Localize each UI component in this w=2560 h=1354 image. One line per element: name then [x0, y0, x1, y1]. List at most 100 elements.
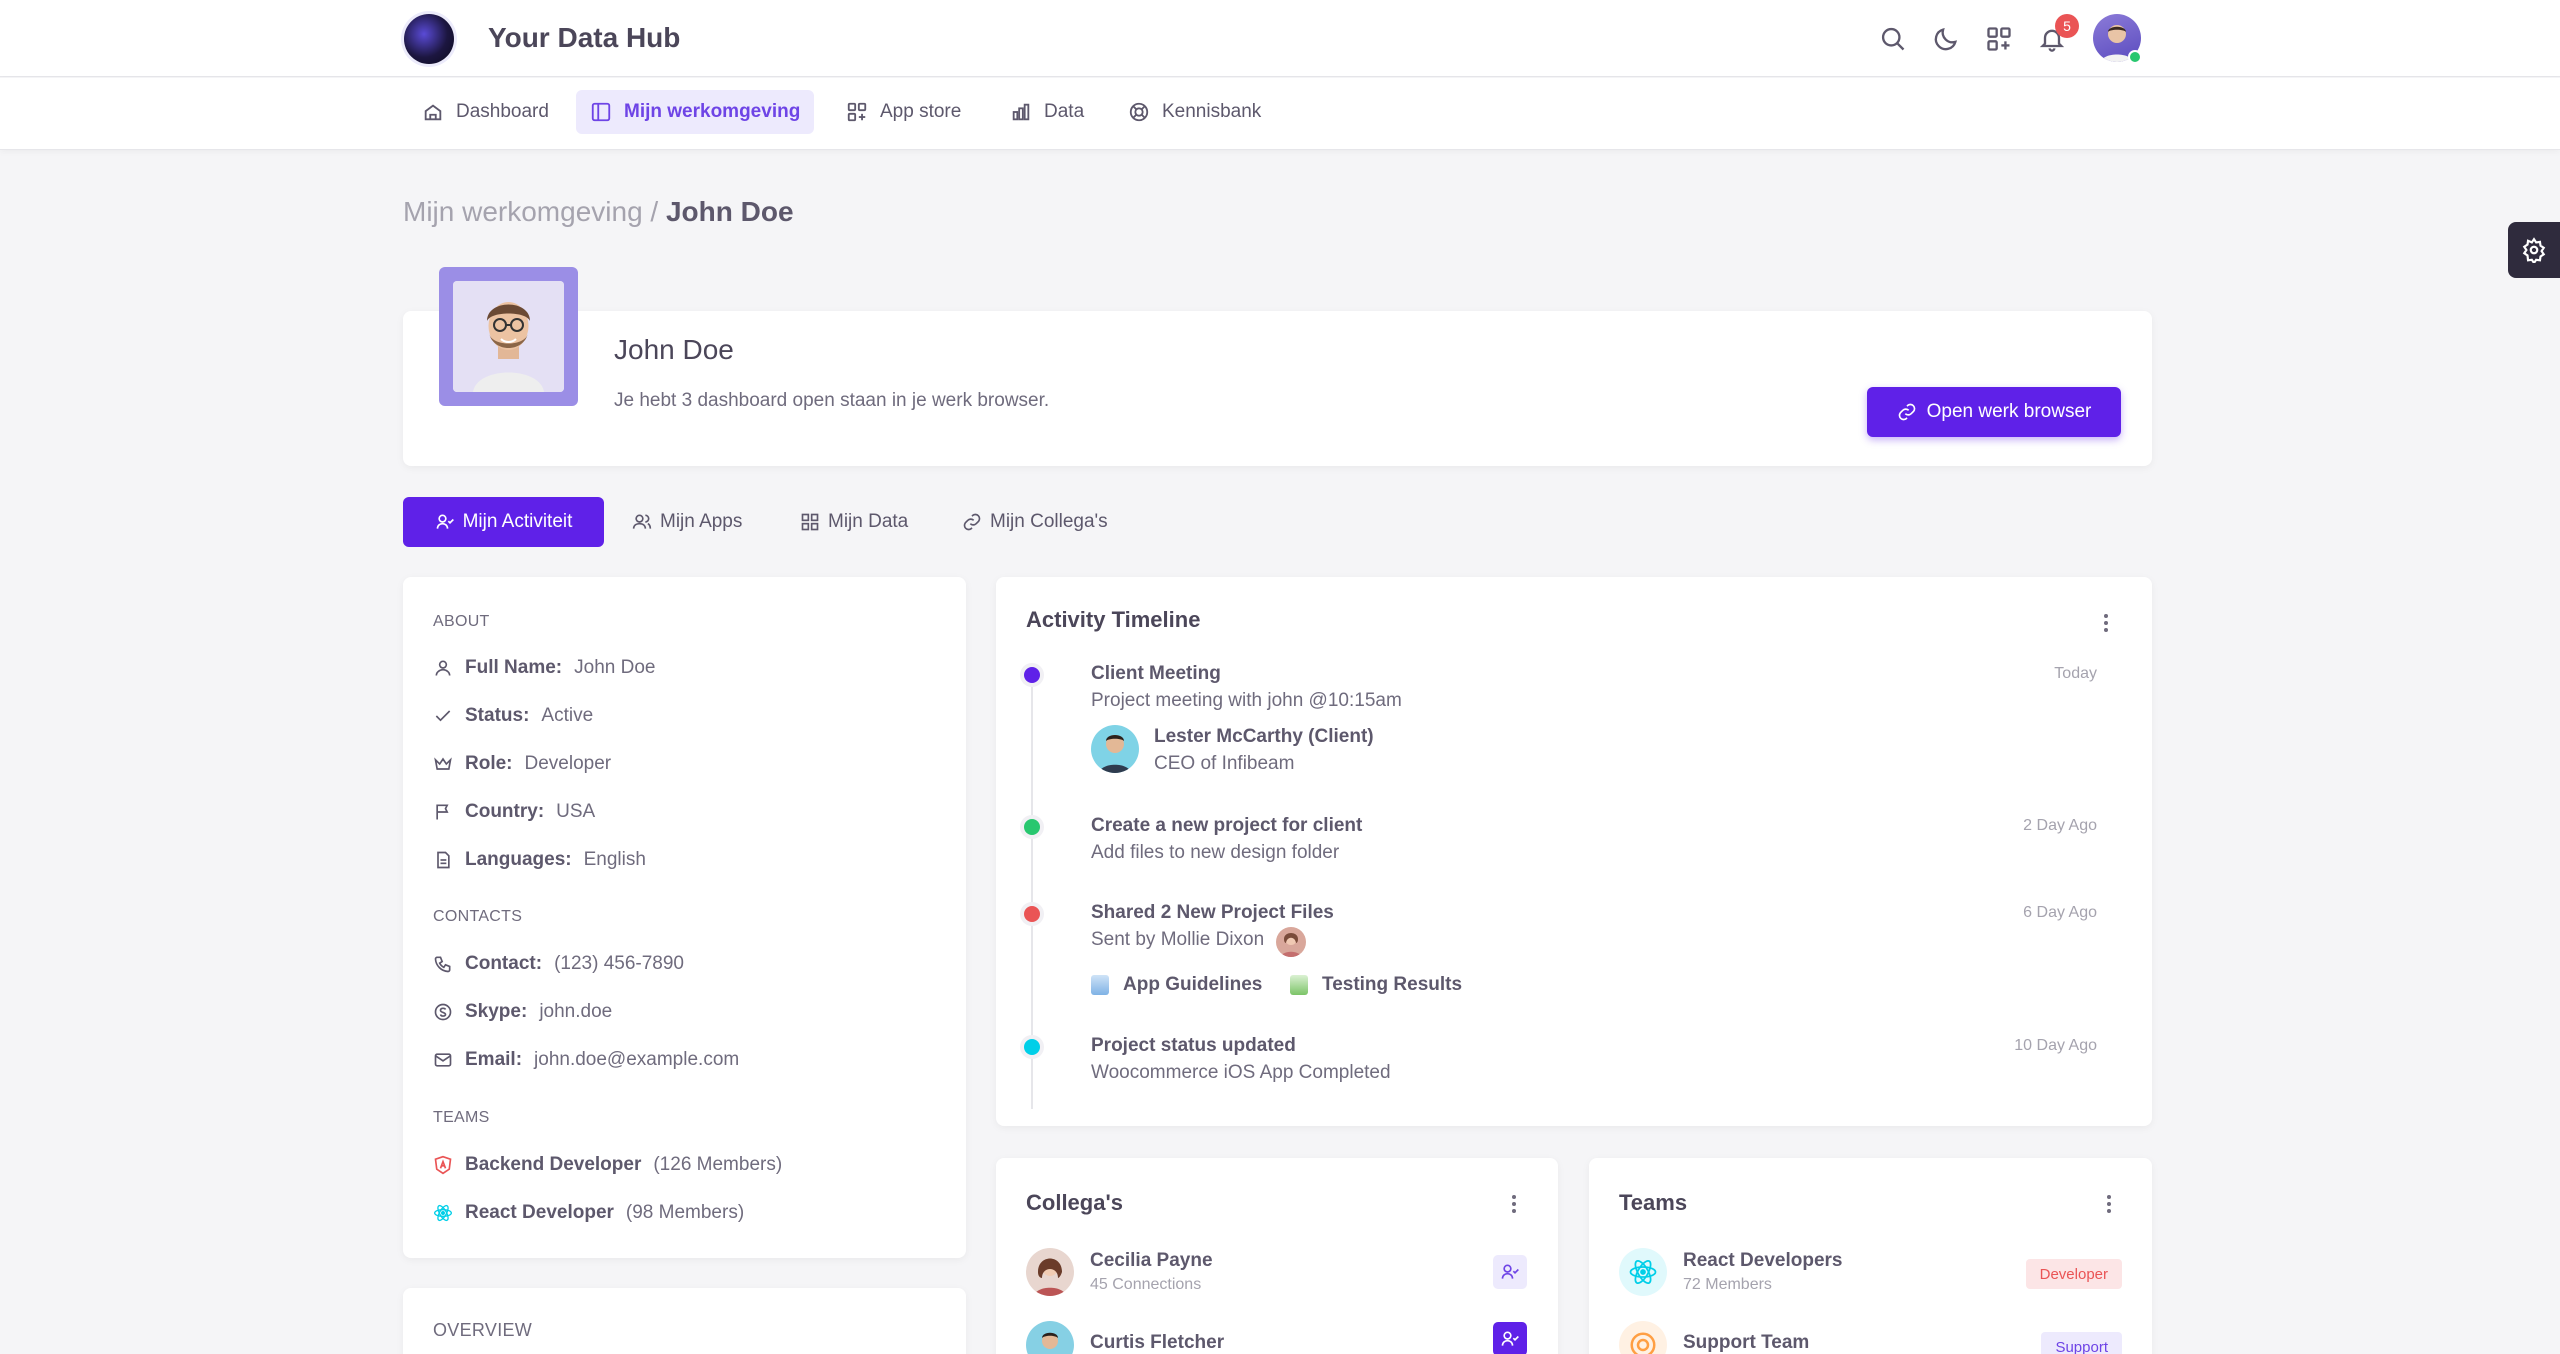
search-icon[interactable]	[1876, 22, 1910, 56]
about-value: Developer	[524, 753, 612, 774]
client-name: Lester McCarthy (Client)	[1154, 726, 1374, 747]
contacts-section-label: CONTACTS	[433, 908, 523, 925]
user-check-icon	[1501, 1264, 1519, 1279]
lifebuoy-icon	[1129, 102, 1149, 122]
tab-mijn-data[interactable]: Mijn Data	[786, 497, 922, 547]
home-icon	[424, 104, 442, 121]
about-key: Role:	[465, 753, 513, 774]
tab-mijn-collegas[interactable]: Mijn Collega's	[948, 497, 1122, 547]
about-row-full-name: Full Name: John Doe	[433, 654, 655, 682]
bar-chart-icon	[1012, 103, 1030, 121]
top-bar: Your Data Hub 5	[0, 0, 2560, 77]
more-options-icon[interactable]	[2096, 609, 2116, 637]
nav-item-dashboard[interactable]: Dashboard	[408, 90, 563, 134]
connect-button[interactable]	[1493, 1255, 1527, 1289]
about-key: Country:	[465, 801, 545, 822]
collegas-card: Collega's Cecilia Payne 45 Connections C…	[996, 1158, 1558, 1354]
react-icon	[434, 1204, 452, 1222]
apps-add-icon	[847, 102, 867, 122]
apps-grid-icon[interactable]	[1982, 22, 2016, 56]
breadcrumb-parent[interactable]: Mijn werkomgeving /	[403, 196, 658, 227]
file-name: App Guidelines	[1123, 974, 1263, 995]
team-name: Backend Developer	[465, 1154, 642, 1175]
more-options-icon[interactable]	[2099, 1190, 2119, 1218]
team-name: React Developers	[1683, 1250, 1843, 1271]
about-value: USA	[556, 801, 596, 822]
breadcrumb-current: John Doe	[665, 196, 794, 227]
collega-name: Cecilia Payne	[1090, 1250, 1213, 1271]
nav-item-label: Kennisbank	[1162, 101, 1262, 122]
more-options-icon[interactable]	[1504, 1190, 1524, 1218]
nav-item-mijn-werkomgeving[interactable]: Mijn werkomgeving	[576, 90, 815, 134]
contact-row-skype: Skype: john.doe	[433, 998, 612, 1026]
online-status-dot	[2128, 50, 2142, 64]
link-icon	[963, 513, 981, 531]
teams-title: Teams	[1619, 1190, 1688, 1215]
about-key: Full Name:	[465, 657, 563, 678]
nav-item-label: Data	[1044, 101, 1085, 122]
timeline-item-time: 2 Day Ago	[2023, 817, 2097, 834]
file-app-guidelines[interactable]: App Guidelines	[1091, 974, 1262, 996]
logo[interactable]	[404, 14, 454, 64]
tab-label: Mijn Activiteit	[462, 511, 573, 532]
about-row-country: Country: USA	[433, 798, 595, 826]
nav-item-app-store[interactable]: App store	[832, 90, 975, 134]
file-testing-results[interactable]: Testing Results	[1290, 974, 1462, 996]
profile-subtitle: Je hebt 3 dashboard open staan in je wer…	[614, 390, 1050, 411]
team-members: (98 Members)	[625, 1202, 745, 1223]
flag-icon	[436, 804, 449, 820]
about-value: John Doe	[574, 657, 656, 678]
connected-button[interactable]	[1493, 1322, 1527, 1354]
notification-badge: 5	[2055, 14, 2079, 38]
collega-row[interactable]: Cecilia Payne 45 Connections	[1026, 1248, 1213, 1296]
collega-row[interactable]: Curtis Fletcher	[1026, 1321, 1224, 1354]
contact-value[interactable]: john.doe@example.com	[534, 1049, 739, 1071]
about-card: ABOUT Full Name: John Doe Status: Active R…	[403, 577, 966, 1258]
users-icon	[632, 514, 652, 529]
contact-value[interactable]: (123) 456-7890	[554, 953, 684, 975]
open-work-browser-label: Open werk browser	[1926, 401, 2092, 422]
team-name: Support Team	[1683, 1332, 1810, 1353]
about-row-status: Status: Active	[433, 702, 593, 730]
team-row-backend: Backend Developer (126 Members)	[433, 1151, 782, 1179]
nav-item-data[interactable]: Data	[996, 90, 1098, 134]
activity-timeline-card: Activity Timeline Client Meeting Today P…	[996, 577, 2152, 1126]
react-icon	[1619, 1248, 1667, 1296]
timeline-dot	[1024, 1039, 1040, 1055]
timeline-item-text: Sent by Mollie Dixon	[1091, 929, 1265, 950]
tab-label: Mijn Data	[828, 511, 909, 532]
team-name: React Developer	[465, 1202, 614, 1223]
timeline-dot	[1024, 906, 1040, 922]
overview-card: OVERVIEW	[403, 1288, 966, 1354]
contact-value[interactable]: john.doe	[539, 1001, 612, 1023]
timeline-item-time: 10 Day Ago	[2014, 1037, 2097, 1054]
timeline-item-text: Add files to new design folder	[1091, 842, 1340, 863]
link-icon	[1898, 403, 1915, 421]
settings-toggle-button[interactable]	[2508, 222, 2560, 278]
nav-item-kennisbank[interactable]: Kennisbank	[1114, 90, 1275, 134]
moon-icon[interactable]	[1929, 22, 1963, 56]
user-check-icon	[1501, 1331, 1519, 1346]
team-row[interactable]: React Developers 72 Members	[1619, 1248, 1842, 1296]
open-work-browser-button[interactable]: Open werk browser	[1867, 387, 2121, 437]
contact-row-phone: Contact: (123) 456-7890	[433, 950, 684, 978]
overview-section-label: OVERVIEW	[433, 1320, 533, 1340]
nav-item-label: Dashboard	[456, 101, 549, 122]
about-section-label: ABOUT	[433, 613, 490, 630]
profile-photo	[439, 267, 578, 406]
timeline-item-text: Woocommerce iOS App Completed	[1091, 1062, 1391, 1083]
tab-mijn-activiteit[interactable]: Mijn Activiteit	[403, 497, 604, 547]
team-row[interactable]: Support Team	[1619, 1321, 1809, 1354]
client-avatar	[1091, 725, 1139, 773]
team-tag-badge: Developer	[2025, 1259, 2122, 1289]
mollie-dixon-avatar	[1276, 927, 1306, 957]
tab-label: Mijn Apps	[660, 511, 743, 532]
tab-mijn-apps[interactable]: Mijn Apps	[618, 497, 756, 547]
layout-sidebar-icon	[591, 102, 611, 122]
grid-icon	[801, 513, 819, 531]
timeline-title: Activity Timeline	[1026, 607, 1201, 632]
timeline-item-title: Create a new project for client	[1091, 815, 1363, 836]
client-role: CEO of Infibeam	[1154, 753, 1295, 774]
timeline-dot	[1024, 667, 1040, 683]
file-icon	[437, 851, 450, 869]
